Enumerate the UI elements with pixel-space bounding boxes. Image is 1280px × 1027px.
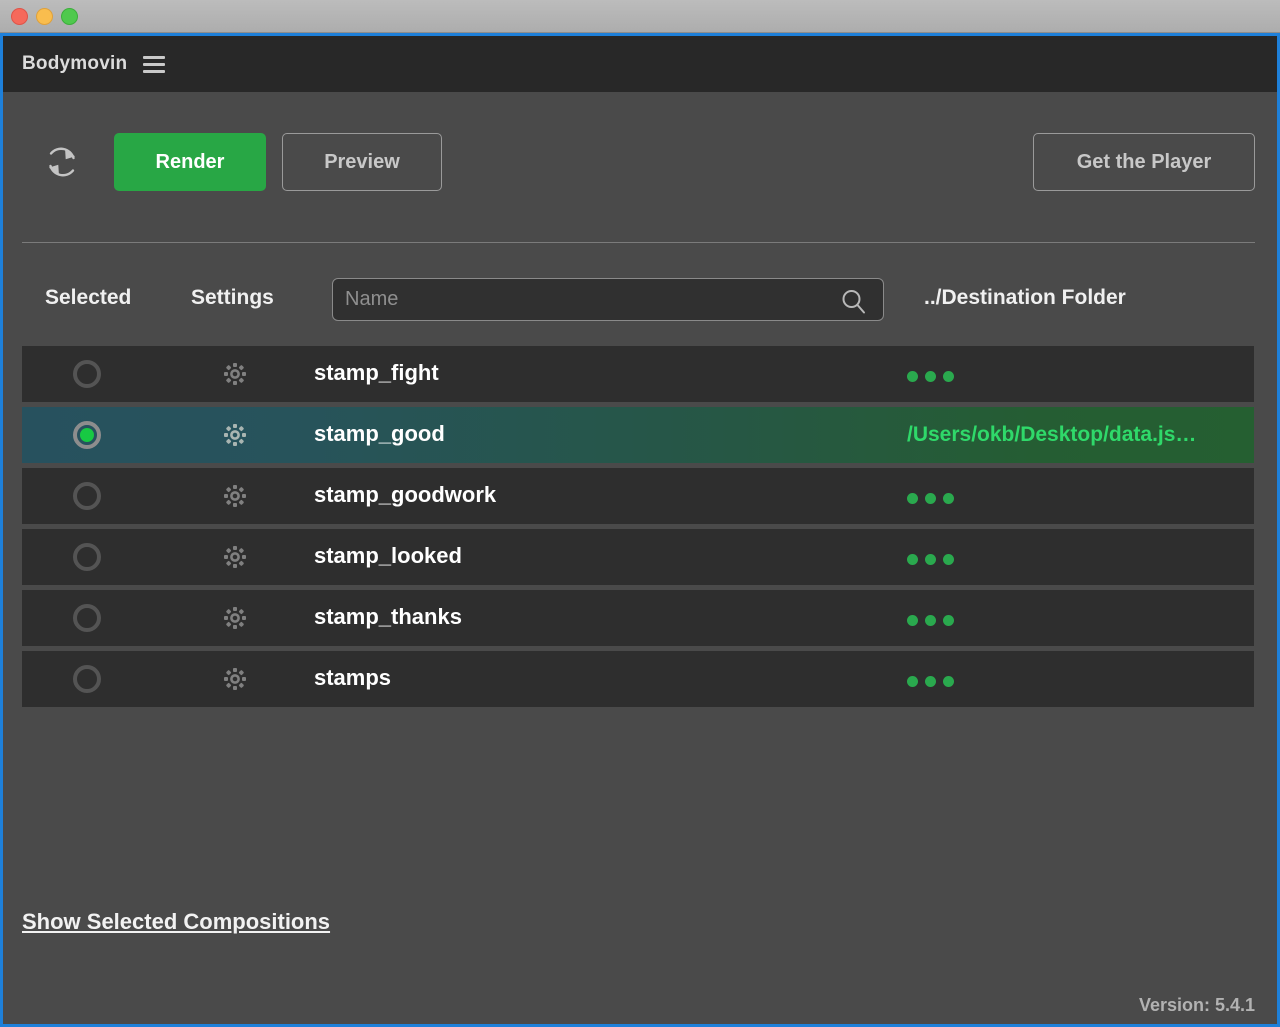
window-close-button[interactable] bbox=[11, 8, 28, 25]
traffic-lights bbox=[11, 8, 78, 25]
ellipsis-icon[interactable] bbox=[907, 489, 954, 504]
composition-list: stamp_fight stamp_good /Users/okb/Deskto… bbox=[22, 346, 1254, 712]
app-header: Bodymovin bbox=[3, 36, 1277, 92]
destination-path: /Users/okb/Desktop/data.js… bbox=[907, 423, 1197, 446]
column-header-settings: Settings bbox=[191, 286, 274, 309]
radio-selected-indicator bbox=[80, 428, 94, 442]
composition-select-radio[interactable] bbox=[73, 482, 101, 510]
search-input[interactable] bbox=[345, 279, 825, 320]
composition-row[interactable]: stamp_goodwork bbox=[22, 468, 1254, 524]
composition-select-radio[interactable] bbox=[73, 665, 101, 693]
column-header-selected: Selected bbox=[45, 286, 132, 309]
composition-row[interactable]: stamp_good /Users/okb/Desktop/data.js… bbox=[22, 407, 1254, 463]
app-window: Bodymovin Render Preview Get the Player bbox=[0, 33, 1280, 1027]
get-the-player-button[interactable]: Get the Player bbox=[1033, 133, 1255, 191]
window-minimize-button[interactable] bbox=[36, 8, 53, 25]
column-header-destination: ../Destination Folder bbox=[924, 286, 1126, 309]
table-header: Selected Settings ../Destination Folder bbox=[3, 274, 1277, 330]
destination-cell[interactable] bbox=[907, 468, 954, 524]
composition-select-radio[interactable] bbox=[73, 421, 101, 449]
show-selected-compositions-link[interactable]: Show Selected Compositions bbox=[22, 909, 330, 935]
render-button-label: Render bbox=[155, 150, 225, 173]
composition-name: stamp_good bbox=[314, 421, 445, 446]
gear-icon[interactable] bbox=[222, 666, 248, 697]
search-icon[interactable] bbox=[839, 287, 869, 322]
os-titlebar bbox=[0, 0, 1280, 33]
composition-select-radio[interactable] bbox=[73, 604, 101, 632]
composition-row[interactable]: stamps bbox=[22, 651, 1254, 707]
composition-name: stamps bbox=[314, 665, 392, 690]
composition-name: stamp_looked bbox=[314, 543, 462, 568]
get-the-player-label: Get the Player bbox=[1076, 150, 1212, 173]
gear-icon[interactable] bbox=[222, 483, 248, 514]
radio-outer bbox=[73, 665, 101, 693]
radio-outer bbox=[73, 604, 101, 632]
destination-cell[interactable]: /Users/okb/Desktop/data.js… bbox=[907, 407, 1196, 463]
ellipsis-icon[interactable] bbox=[907, 367, 954, 382]
gear-icon[interactable] bbox=[222, 544, 248, 575]
composition-name: stamp_thanks bbox=[314, 604, 462, 629]
destination-cell[interactable] bbox=[907, 651, 954, 707]
preview-button[interactable]: Preview bbox=[282, 133, 442, 191]
destination-cell[interactable] bbox=[907, 529, 954, 585]
toolbar: Render Preview Get the Player bbox=[3, 92, 1277, 232]
gear-icon[interactable] bbox=[222, 605, 248, 636]
destination-cell[interactable] bbox=[907, 346, 954, 402]
composition-select-radio[interactable] bbox=[73, 360, 101, 388]
ellipsis-icon[interactable] bbox=[907, 611, 954, 626]
composition-name: stamp_goodwork bbox=[314, 482, 497, 507]
window-maximize-button[interactable] bbox=[61, 8, 78, 25]
composition-row[interactable]: stamp_fight bbox=[22, 346, 1254, 402]
radio-outer bbox=[73, 543, 101, 571]
toolbar-divider bbox=[22, 242, 1255, 243]
render-button[interactable]: Render bbox=[114, 133, 266, 191]
radio-outer bbox=[73, 360, 101, 388]
search-box[interactable] bbox=[332, 278, 884, 321]
ellipsis-icon[interactable] bbox=[907, 550, 954, 565]
radio-outer bbox=[73, 482, 101, 510]
composition-row[interactable]: stamp_thanks bbox=[22, 590, 1254, 646]
version-label: Version: 5.4.1 bbox=[1138, 995, 1255, 1015]
app-title: Bodymovin bbox=[22, 53, 128, 74]
ellipsis-icon[interactable] bbox=[907, 672, 954, 687]
composition-name: stamp_fight bbox=[314, 360, 439, 385]
refresh-icon[interactable] bbox=[38, 138, 86, 186]
composition-select-radio[interactable] bbox=[73, 543, 101, 571]
gear-icon[interactable] bbox=[222, 361, 248, 392]
preview-button-label: Preview bbox=[324, 150, 400, 173]
hamburger-menu-icon[interactable] bbox=[143, 55, 166, 73]
composition-row[interactable]: stamp_looked bbox=[22, 529, 1254, 585]
destination-cell[interactable] bbox=[907, 590, 954, 646]
gear-icon[interactable] bbox=[222, 422, 248, 453]
